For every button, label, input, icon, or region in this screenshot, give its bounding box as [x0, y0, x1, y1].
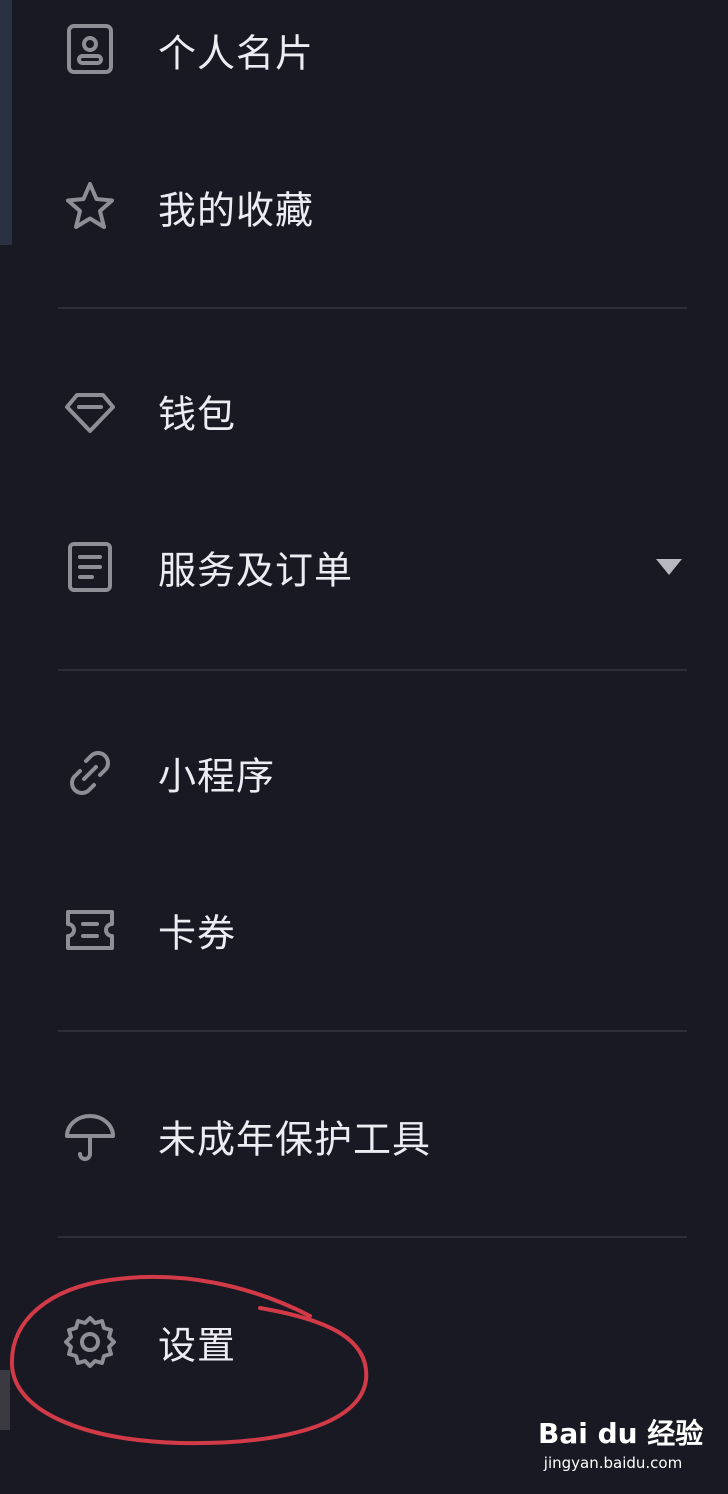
gear-icon [62, 1314, 118, 1370]
menu-divider [58, 669, 687, 671]
menu-item-label: 未成年保护工具 [158, 1117, 432, 1162]
menu-item-wallet[interactable]: 钱包 [0, 351, 728, 471]
menu-item-label: 服务及订单 [158, 548, 354, 593]
menu-item-label: 设置 [158, 1323, 237, 1368]
menu-item-settings[interactable]: 设置 [0, 1282, 728, 1402]
menu-divider [58, 307, 687, 309]
menu-item-business-card[interactable]: 个人名片 [0, 0, 728, 110]
watermark-url: jingyan.baidu.com [543, 1454, 683, 1472]
document-icon [62, 539, 118, 595]
menu-divider [58, 1236, 687, 1238]
menu-item-label: 我的收藏 [158, 188, 315, 233]
id-card-icon [62, 22, 118, 78]
chevron-down-icon[interactable] [656, 559, 682, 575]
umbrella-icon [62, 1108, 118, 1164]
menu-divider [58, 1030, 687, 1032]
menu-item-label: 钱包 [158, 392, 237, 437]
menu-item-label: 个人名片 [158, 31, 315, 76]
menu-item-coupons[interactable]: 卡券 [0, 870, 728, 990]
star-icon [62, 179, 118, 235]
baidu-jingyan-watermark: Bai du 经验 jingyan.baidu.com [538, 1412, 704, 1472]
menu-item-favorites[interactable]: 我的收藏 [0, 147, 728, 267]
menu-item-label: 卡券 [158, 911, 237, 956]
menu-item-minor-protection[interactable]: 未成年保护工具 [0, 1076, 728, 1196]
link-icon [62, 745, 118, 801]
menu-item-label: 小程序 [158, 754, 276, 799]
diamond-icon [62, 383, 118, 439]
menu-item-services-orders[interactable]: 服务及订单 [0, 507, 728, 627]
menu-item-mini-programs[interactable]: 小程序 [0, 713, 728, 833]
ticket-icon [62, 902, 118, 958]
watermark-logo-text: Bai du 经验 [538, 1417, 704, 1450]
